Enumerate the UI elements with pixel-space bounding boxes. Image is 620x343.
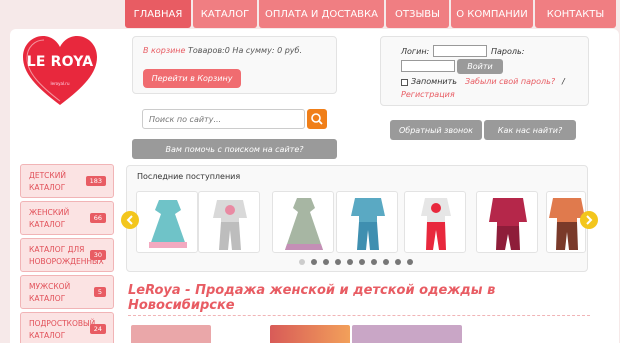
category-count-badge: 183 [85, 176, 106, 186]
cart-sum-label: На сумму: [232, 46, 275, 55]
category-count-badge: 24 [89, 324, 106, 334]
cart-box: В корзине Товаров:0 На сумму: 0 руб. Пер… [132, 36, 337, 94]
category-kids[interactable]: Детский каталог 183 [20, 164, 114, 198]
login-box: Логин: Пароль: Войти Запомнить Забыли св… [380, 36, 589, 106]
category-label: Детский каталог [29, 171, 66, 192]
carousel-dot[interactable] [383, 259, 389, 265]
carousel-dot[interactable] [371, 259, 377, 265]
product-thumbnail[interactable] [404, 191, 466, 253]
chevron-right-icon [586, 215, 593, 225]
category-label: Подростковый каталог [29, 319, 96, 340]
how-to-find-button[interactable]: Как нас найти? [484, 120, 576, 140]
carousel-dot[interactable] [359, 259, 365, 265]
site-logo[interactable]: LE ROYA leroyal.ru [22, 35, 98, 107]
new-arrivals-carousel: Последние поступления [126, 165, 588, 272]
carousel-dot[interactable] [395, 259, 401, 265]
pajama-image [351, 198, 385, 250]
chevron-left-icon [126, 215, 133, 225]
login-label: Логин: [401, 47, 430, 56]
nav-item-home[interactable]: ГЛАВНАЯ [125, 0, 191, 28]
logo-subtext: leroyal.ru [50, 81, 70, 86]
dress-image [285, 198, 323, 250]
category-newborn[interactable]: Каталог для новорожденных 30 [20, 238, 114, 272]
search-icon [311, 113, 323, 125]
remember-checkbox[interactable] [401, 79, 408, 86]
cart-sum-value: 0 руб. [277, 46, 302, 55]
category-count-badge: 30 [89, 250, 106, 260]
content-image [270, 325, 350, 343]
nav-item-payment-delivery[interactable]: ОПЛАТА И ДОСТАВКА [259, 0, 384, 28]
category-teen[interactable]: Подростковый каталог 24 [20, 312, 114, 343]
nav-item-about[interactable]: О КОМПАНИИ [451, 0, 533, 28]
carousel-dot[interactable] [347, 259, 353, 265]
dress-image [149, 200, 187, 248]
category-count-badge: 5 [93, 287, 106, 297]
register-link[interactable]: Регистрация [401, 90, 455, 99]
remember-label: Запомнить [411, 77, 457, 86]
cart-items-count: 0 [224, 46, 230, 55]
cart-prefix: В корзине [143, 46, 186, 55]
product-thumbnail[interactable] [336, 191, 398, 253]
carousel-dot[interactable] [407, 259, 413, 265]
cart-summary: В корзине Товаров:0 На сумму: 0 руб. [143, 46, 302, 55]
pajama-image [421, 198, 451, 250]
login-input[interactable] [433, 45, 487, 57]
search-box: Вам помочь с поиском на сайте? [132, 100, 337, 160]
cart-items-label: Товаров: [188, 46, 225, 55]
heart-logo-icon [23, 36, 97, 105]
content-image [131, 325, 211, 343]
nav-item-reviews[interactable]: ОТЗЫВЫ [386, 0, 449, 28]
nav-item-catalog[interactable]: КАТАЛОГ [193, 0, 257, 28]
carousel-dot[interactable] [323, 259, 329, 265]
product-thumbnail[interactable] [476, 191, 538, 253]
page-title: LeRoya - Продажа женской и детской одежд… [128, 283, 496, 313]
nav-item-contacts[interactable]: КОНТАКТЫ [535, 0, 616, 28]
product-thumbnail[interactable] [272, 191, 334, 253]
forgot-password-link[interactable]: Забыли свой пароль? [465, 77, 555, 86]
divider [128, 315, 590, 316]
category-label: Женский каталог [29, 208, 70, 229]
content-image [352, 325, 462, 343]
carousel-dot[interactable] [335, 259, 341, 265]
logo-text: LE ROYA [26, 54, 94, 70]
password-input[interactable] [401, 60, 455, 72]
callback-button[interactable]: Обратный звонок [390, 120, 482, 140]
carousel-pagination [299, 259, 419, 265]
pajama-image [213, 200, 247, 250]
search-help-button[interactable]: Вам помочь с поиском на сайте? [132, 139, 337, 159]
carousel-dot[interactable] [299, 259, 305, 265]
category-label: Каталог для новорожденных [29, 245, 104, 266]
new-arrivals-title: Последние поступления [137, 172, 241, 181]
carousel-dot[interactable] [311, 259, 317, 265]
search-input[interactable] [142, 109, 305, 129]
login-separator: / [562, 77, 565, 86]
password-label: Пароль: [491, 47, 525, 56]
product-thumbnail[interactable] [136, 191, 198, 253]
category-label: Мужской каталог [29, 282, 71, 303]
login-submit-button[interactable]: Войти [457, 59, 503, 74]
category-sidebar: Детский каталог 183 Женский каталог 66 К… [20, 164, 114, 343]
category-count-badge: 66 [89, 213, 106, 223]
pajama-image [489, 198, 527, 250]
category-men[interactable]: Мужской каталог 5 [20, 275, 114, 309]
carousel-prev-button[interactable] [121, 211, 139, 229]
product-thumbnail[interactable] [198, 191, 260, 253]
category-women[interactable]: Женский каталог 66 [20, 201, 114, 235]
carousel-next-button[interactable] [580, 211, 598, 229]
top-nav: ГЛАВНАЯ КАТАЛОГ ОПЛАТА И ДОСТАВКА ОТЗЫВЫ… [125, 0, 620, 28]
search-button[interactable] [307, 109, 327, 129]
go-to-cart-button[interactable]: Перейти в Корзину [143, 69, 241, 88]
